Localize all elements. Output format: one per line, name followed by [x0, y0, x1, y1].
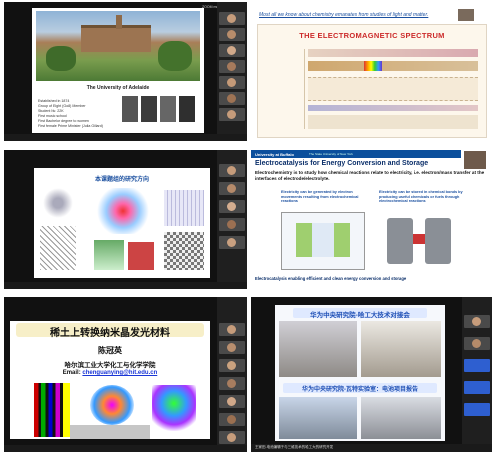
ub-subtitle: The State University of New York: [309, 152, 353, 156]
participant-tile[interactable]: [219, 44, 245, 57]
frequency-band: [308, 105, 478, 111]
screenshot-panel-2: Most all we know about chemistry emanate…: [251, 2, 492, 141]
participant-tile[interactable]: [219, 164, 245, 177]
bullet-item: First female Prime Minister (Julia Gilla…: [38, 124, 103, 128]
slide-quote: Most all we know about chemistry emanate…: [259, 12, 429, 18]
title-banner: 稀土上转换纳米晶发光材料: [16, 323, 204, 339]
meeting-toolbar: [4, 445, 247, 452]
participant-tile[interactable]: [219, 218, 245, 231]
participant-tile[interactable]: [219, 413, 245, 426]
speaker-video: [458, 9, 474, 21]
presenter-name: 陈冠英: [98, 346, 122, 355]
nanocrystal-figure: [90, 385, 134, 425]
meeting-photo-2: [361, 321, 441, 377]
participant-tile[interactable]: [219, 359, 245, 372]
banner-2: 华为中央研究院-瓦特实验室：电池项目报告: [283, 383, 437, 393]
spectrum-band: [308, 61, 478, 71]
array-figure: [164, 190, 204, 226]
meeting-photo-3: [279, 397, 357, 439]
participant-tile[interactable]: [464, 403, 490, 416]
participant-tile[interactable]: [219, 12, 245, 25]
banner-2-text: 华为中央研究院-瓦特实验室：电池项目报告: [302, 387, 418, 393]
electrolyzer-diagram: [381, 212, 461, 268]
participant-tile[interactable]: [219, 108, 245, 121]
building-photo: [70, 425, 150, 439]
participant-tile[interactable]: [219, 236, 245, 249]
research-title: 本课题组的研究方向: [94, 177, 149, 183]
slide-research-directions: 本课题组的研究方向: [34, 168, 210, 278]
chart-figure: [94, 240, 124, 270]
slide-intro: Electrochemistry is to study how chemica…: [255, 170, 485, 181]
screenshot-panel-6: 华为中央研究院-哈工大技术对接会 华为中央研究院-瓦特实验室：电池项目报告 王家…: [251, 297, 492, 452]
participant-tile[interactable]: [219, 76, 245, 89]
bullet-list: Established in 1874 Group of Eight (Go8)…: [38, 99, 103, 129]
slide-footer: Electrocatalysis enabling efficient and …: [255, 276, 407, 281]
email-label: Email:: [62, 370, 81, 376]
screenshot-panel-5: 稀土上转换纳米晶发光材料 陈冠英 哈尔滨工业大学化工与化学学院 Email: c…: [4, 297, 247, 452]
temperature-row: [308, 115, 478, 129]
meeting-toolbar: [4, 134, 247, 141]
participant-tile[interactable]: [219, 341, 245, 354]
slide-title: Electrocatalysis for Energy Conversion a…: [255, 160, 429, 167]
banner-1-text: 华为中央研究院-哈工大技术对接会: [310, 312, 410, 319]
portrait-row: [122, 96, 198, 126]
slide-title: 稀土上转换纳米晶发光材料: [50, 328, 170, 339]
meeting-toolbar: 王家田-电池编辑于与三维技术的哈工大的研究开发: [251, 444, 492, 452]
presenter-affiliation: 哈尔滨工业大学化工与化学学院: [64, 362, 156, 369]
ub-name: University at Buffalo: [255, 151, 294, 157]
participant-tile[interactable]: [464, 315, 490, 328]
participant-strip: [217, 150, 247, 289]
mouse-imaging-figure: [152, 385, 196, 431]
red-figure: [128, 242, 154, 270]
lattice-figure: [40, 186, 76, 220]
email-link[interactable]: chenguanying@hit.edu.cn: [82, 370, 157, 376]
slide-spectrum: THE ELECTROMAGNETIC SPECTRUM: [257, 24, 487, 138]
participant-strip: [217, 2, 247, 141]
participant-tile[interactable]: [219, 395, 245, 408]
participant-tile[interactable]: [219, 182, 245, 195]
participant-tile[interactable]: [464, 337, 490, 350]
campus-photo: [36, 11, 200, 81]
screenshot-panel-4: University at Buffalo The State Universi…: [251, 150, 492, 289]
emission-vials: [34, 383, 70, 437]
meeting-toolbar: [4, 282, 247, 289]
meeting-photo-4: [361, 397, 441, 439]
participant-tile[interactable]: [219, 323, 245, 336]
crystal-figure: [164, 232, 204, 270]
slide-adelaide: The University of Adelaide Established i…: [32, 8, 204, 133]
meeting-photo-1: [279, 321, 357, 377]
slide-caption: The University of Adelaide: [86, 85, 150, 91]
bottom-caption: 王家田-电池编辑于与三维技术的哈工大的研究开发: [255, 445, 334, 449]
ub-header: University at Buffalo The State Universi…: [251, 150, 461, 158]
fuel-cell-diagram: [281, 212, 365, 270]
left-box-text: Electricity can be generated by electron…: [281, 190, 359, 204]
slide-upconversion: 稀土上转换纳米晶发光材料 陈冠英 哈尔滨工业大学化工与化学学院 Email: c…: [10, 321, 210, 439]
participant-tile[interactable]: [219, 200, 245, 213]
participant-strip: [217, 297, 247, 452]
example-row: [308, 77, 478, 101]
participant-tile[interactable]: [219, 92, 245, 105]
screenshot-panel-1: The University of Adelaide Established i…: [4, 2, 247, 141]
participant-tile[interactable]: [219, 431, 245, 444]
banner-1: 华为中央研究院-哈工大技术对接会: [293, 308, 427, 319]
spectrum-title: THE ELECTROMAGNETIC SPECTRUM: [299, 31, 445, 40]
participant-tile[interactable]: [219, 28, 245, 41]
screenshot-panel-3: 本课题组的研究方向: [4, 150, 247, 289]
participant-strip: [462, 297, 492, 452]
participant-tile[interactable]: [219, 377, 245, 390]
row-labels: [264, 49, 305, 129]
participant-tile[interactable]: [464, 359, 490, 372]
central-figure: [94, 188, 152, 234]
slide-huawei: 华为中央研究院-哈工大技术对接会 华为中央研究院-瓦特实验室：电池项目报告: [275, 305, 445, 441]
speaker-video: [464, 151, 486, 169]
visible-band: [364, 61, 382, 71]
mesh-figure: [40, 226, 76, 270]
email-line: Email: chenguanying@hit.edu.cn: [10, 370, 210, 376]
wavelength-band: [308, 49, 478, 57]
participant-tile[interactable]: [464, 381, 490, 394]
participant-tile[interactable]: [219, 60, 245, 73]
right-box-text: Electricity can be stored in chemical bo…: [379, 190, 463, 204]
